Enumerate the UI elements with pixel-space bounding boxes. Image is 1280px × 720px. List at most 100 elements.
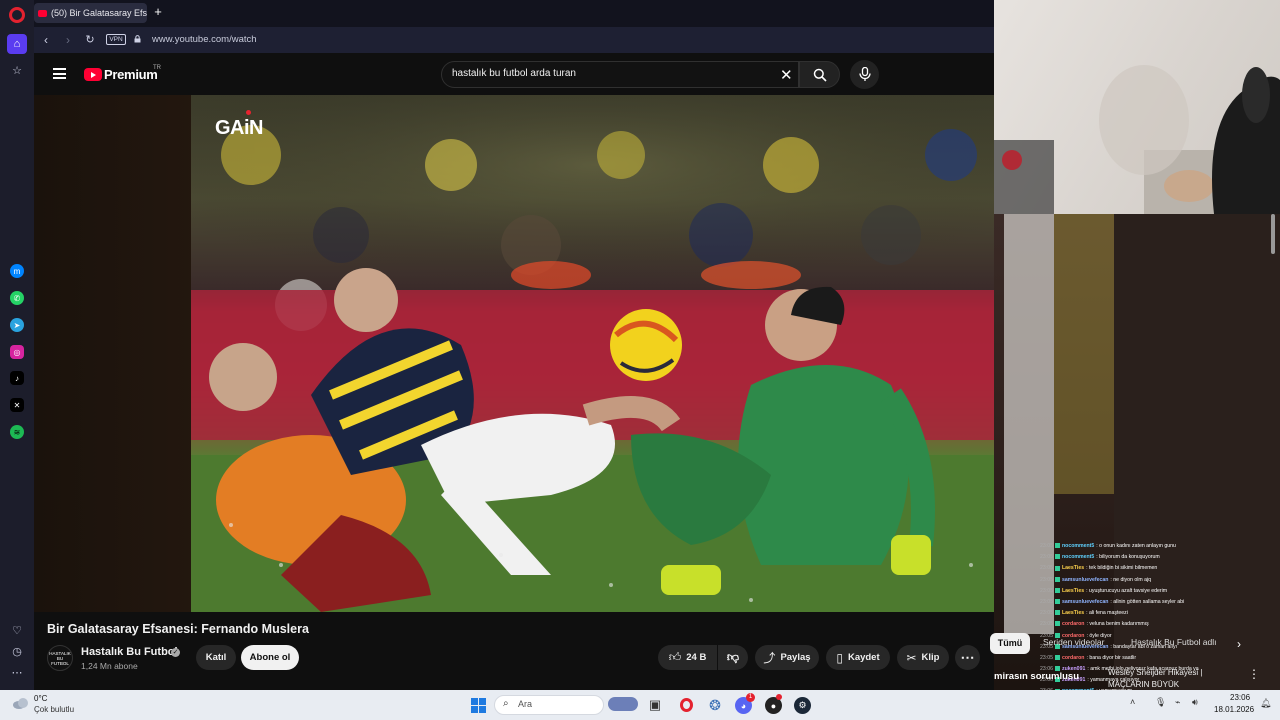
chat-badge-icon: [1054, 599, 1060, 605]
chat-username: cordaron: [1061, 654, 1085, 661]
chat-text: : ne diyon olm ajq: [1110, 576, 1152, 583]
chat-badge-icon: [1054, 543, 1060, 549]
save-button[interactable]: ▯ Kaydet: [826, 645, 890, 670]
more-actions-button[interactable]: ⋯: [955, 645, 980, 670]
clock-time[interactable]: 23:06: [1230, 693, 1250, 702]
share-button[interactable]: ⤴ Paylaş: [755, 645, 819, 670]
new-tab-button[interactable]: +: [151, 5, 165, 19]
x-twitter-icon[interactable]: ✕: [10, 398, 24, 412]
weather-temperature[interactable]: 0°C: [34, 694, 47, 703]
more-vertical-icon[interactable]: ⋮: [1248, 667, 1260, 681]
volume-icon[interactable]: 🔊︎: [1192, 697, 1198, 708]
chat-time: 23:05: [1040, 554, 1053, 561]
chat-username: nocomment5: [1061, 543, 1095, 549]
whatsapp-icon[interactable]: ✆: [10, 291, 24, 305]
youtube-premium-logo[interactable]: Premium: [104, 67, 158, 82]
channel-avatar[interactable]: HASTALIK BU FUTBOL: [47, 645, 73, 671]
chat-time: 23:05: [1040, 543, 1053, 549]
chat-message: 23:05 samsunluevefecan: allnin götten sal…: [1040, 597, 1250, 608]
tiktok-icon[interactable]: ♪: [10, 371, 24, 385]
opera-sidebar: ⌂ ☆ m ✆ ➤ ◎ ♪ ✕ ≋ ♡ ◷ ⋯: [0, 0, 34, 690]
chat-text: : bana diyor bir saatlir: [1086, 654, 1137, 661]
recommended-title-line2[interactable]: MAÇLARIN BÜYÜK: [1108, 680, 1179, 689]
search-highlight-icon[interactable]: [608, 697, 638, 711]
opera-ring: [679, 698, 693, 712]
chat-username: nocomment5: [1061, 554, 1095, 561]
network-icon[interactable]: ⌁: [1175, 697, 1180, 708]
chip-channel[interactable]: Hastalık Bu Futbol adlı: [1131, 637, 1217, 647]
clear-search-icon[interactable]: ✕: [780, 66, 793, 84]
discord-badge: 1: [746, 693, 755, 702]
subscribe-button[interactable]: Abone ol: [241, 645, 299, 670]
more-horizontal-icon: ⋯: [960, 649, 975, 665]
chat-message: 23:05 nocomment5: biliyorum da konuşuyoru…: [1040, 552, 1250, 563]
clock-date[interactable]: 18.01.2026: [1214, 705, 1254, 714]
url-text[interactable]: www.youtube.com/watch: [152, 34, 257, 45]
opera-taskbar-icon[interactable]: [676, 695, 696, 715]
tab-bar: [34, 0, 994, 27]
chat-text: : ali fena maşteezi: [1086, 610, 1128, 617]
taskbar-search-icon: ⌕: [503, 698, 509, 709]
chat-message: 23:05 LaesTies: tek bildiğin bi sikimi bi…: [1040, 563, 1250, 574]
search-query[interactable]: hastalık bu futbol arda turan: [452, 68, 576, 79]
heart-icon[interactable]: ♡: [7, 620, 27, 640]
windows-taskbar: [0, 690, 1280, 720]
video-frame[interactable]: [191, 95, 1001, 612]
chat-message: 23:05 LaesTies: uyuşturucuyu azalt tavsiy…: [1040, 586, 1250, 597]
chat-badge-icon: [1054, 621, 1060, 627]
chat-time: 23:05: [1040, 621, 1053, 628]
telegram-icon[interactable]: ➤: [10, 318, 24, 332]
notification-bell-icon[interactable]: 🔔︎: [1260, 698, 1271, 709]
chat-text: : uyuşturucuyu azalt tavsiye ederim: [1086, 587, 1168, 594]
spotify-icon[interactable]: ≋: [10, 425, 24, 439]
home-icon[interactable]: ⌂: [7, 34, 27, 54]
instagram-icon[interactable]: ◎: [10, 345, 24, 359]
more-icon[interactable]: ⋯: [7, 662, 27, 682]
weather-condition[interactable]: Çok bulutlu: [34, 705, 74, 714]
share-label: Paylaş: [780, 652, 811, 663]
chat-message: 23:05 cordaron: bana diyor bir saatlir: [1040, 653, 1250, 664]
windows-start-icon[interactable]: [468, 695, 488, 715]
reload-icon[interactable]: ↻: [83, 33, 97, 47]
recommended-thumbnail-text[interactable]: mirasın sorumlusu: [994, 671, 1079, 682]
task-view-icon[interactable]: ▣: [645, 695, 665, 715]
steam-icon[interactable]: ⚙: [794, 697, 811, 714]
tray-chevron-icon[interactable]: ˄: [1130, 697, 1135, 707]
chevron-right-icon[interactable]: ›: [1237, 637, 1241, 651]
history-icon[interactable]: ◷: [7, 641, 27, 661]
dislike-button[interactable]: 👎︎: [718, 645, 748, 670]
thumbs-up-icon: 👍︎: [668, 650, 682, 664]
back-icon[interactable]: ‹: [39, 33, 53, 47]
cloud-icon[interactable]: [12, 696, 30, 710]
chat-message: 23:05 nocomment5: o onun kadını zaten anl…: [1040, 541, 1250, 552]
subscriber-count: 1,24 Mn abone: [81, 661, 138, 671]
vpn-badge[interactable]: VPN: [106, 34, 126, 45]
bookmarks-icon[interactable]: ☆: [7, 60, 27, 80]
tab-youtube[interactable]: (50) Bir Galatasaray Efsanesi: [34, 3, 147, 23]
app-icon[interactable]: ❂: [705, 695, 725, 715]
messenger-icon[interactable]: m: [10, 264, 24, 278]
taskbar-search-input[interactable]: [494, 695, 604, 715]
join-button[interactable]: Katıl: [196, 645, 236, 670]
microphone-tray-icon[interactable]: 🎙︎: [1155, 697, 1166, 708]
webcam-image: [994, 65, 1280, 214]
share-icon: ⤴: [763, 651, 776, 665]
webcam-overlay: [994, 0, 1280, 214]
scissors-icon: ✂: [906, 650, 917, 665]
menu-icon[interactable]: [53, 68, 66, 79]
recommended-title-line1[interactable]: Wesley Sneijder Hikayesi |: [1108, 668, 1202, 677]
opera-logo-icon[interactable]: [9, 7, 25, 23]
chip-series-videos[interactable]: Seriden videolar: [1043, 637, 1104, 647]
forward-icon[interactable]: ›: [61, 33, 75, 47]
youtube-logo-icon[interactable]: [84, 68, 102, 81]
chip-all[interactable]: Tümü: [990, 633, 1030, 654]
channel-name[interactable]: Hastalık Bu Futbol: [81, 646, 178, 658]
search-button[interactable]: [799, 61, 840, 88]
clip-button[interactable]: ✂ Klip: [897, 645, 949, 670]
microphone-icon: [858, 67, 871, 81]
voice-search-button[interactable]: [850, 60, 879, 89]
chat-message: 23:05 samsunluevefecan: ne diyon olm ajq: [1040, 575, 1250, 586]
like-button[interactable]: 👍︎ 24 B: [658, 645, 717, 670]
region-code: TR: [153, 65, 161, 71]
chat-username: LaesTies: [1061, 565, 1085, 572]
